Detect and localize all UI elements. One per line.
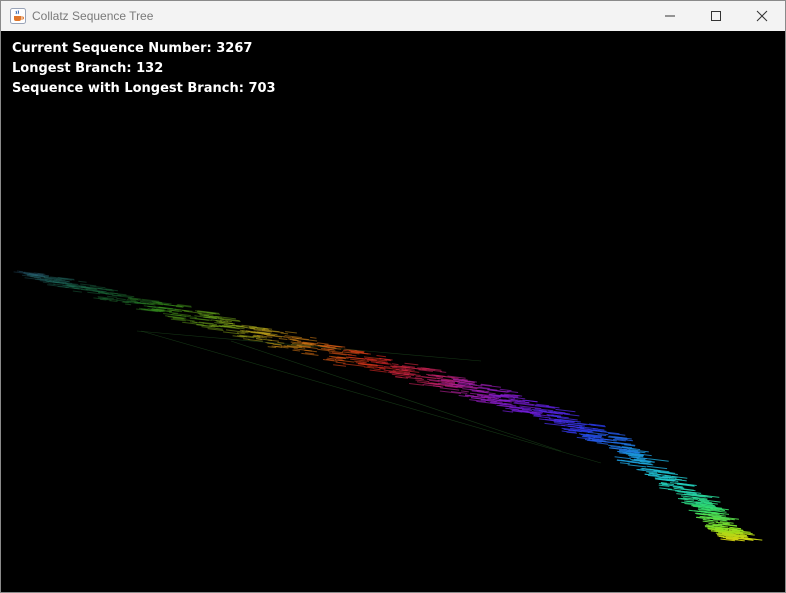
tree-branch-segment <box>327 357 337 360</box>
tree-branch-segment <box>619 462 630 465</box>
tree-branch-segment <box>608 444 620 448</box>
tree-branch-segment <box>508 398 516 401</box>
tree-branch-segment <box>333 364 347 367</box>
sequence-with-longest-branch: Sequence with Longest Branch: 703 <box>12 79 276 99</box>
java-cup-icon <box>10 8 26 24</box>
tree-branch-segment <box>30 274 37 277</box>
tree-branch-segment <box>78 280 87 283</box>
tree-branch-segment <box>646 465 668 470</box>
tree-branch-segment <box>317 342 329 345</box>
tree-branch-segment <box>563 413 580 417</box>
tree-branch-segment <box>649 458 669 462</box>
current-sequence-number: Current Sequence Number: 3267 <box>12 39 276 59</box>
title-bar[interactable]: Collatz Sequence Tree <box>1 1 785 31</box>
close-button[interactable] <box>739 1 785 31</box>
tree-branch-segment <box>702 520 715 523</box>
tree-branch-segment <box>627 464 647 468</box>
maximize-button[interactable] <box>693 1 739 31</box>
tree-branch-segment <box>222 331 240 335</box>
tree-connector-line <box>136 330 482 362</box>
tree-branch-segment <box>704 513 711 516</box>
close-icon <box>756 10 768 22</box>
tree-branch-segment <box>280 332 289 335</box>
tree-branch-segment <box>462 379 469 381</box>
tree-branch-segment <box>327 350 344 354</box>
tree-branch-segment <box>310 336 317 339</box>
window-controls <box>647 1 785 31</box>
tree-branch-segment <box>440 371 447 373</box>
tree-branch-segment <box>614 456 631 460</box>
current-sequence-label: Current Sequence Number: <box>12 41 212 56</box>
tree-branch-segment <box>373 368 381 371</box>
tree-branch-segment <box>404 362 419 366</box>
longest-sequence-label: Sequence with Longest Branch: <box>12 81 244 96</box>
tree-branch-segment <box>376 355 387 358</box>
app-window: Collatz Sequence Tree Current Sequence N… <box>0 0 786 593</box>
tree-branch-segment <box>275 331 284 334</box>
tree-branch-segment <box>292 339 302 342</box>
tree-branch-segment <box>335 361 346 364</box>
current-sequence-value: 3267 <box>216 41 253 56</box>
longest-branch: Longest Branch: 132 <box>12 59 276 79</box>
longest-branch-value: 132 <box>136 61 164 76</box>
tree-branch-segment <box>107 295 118 298</box>
tree-connector-line <box>140 330 602 464</box>
tree-branches <box>13 270 763 542</box>
tree-branch-segment <box>334 359 355 363</box>
stats-overlay: Current Sequence Number: 3267 Longest Br… <box>12 39 276 99</box>
tree-branch-segment <box>125 303 132 306</box>
tree-branch-segment <box>439 387 460 391</box>
tree-branch-segment <box>109 300 118 302</box>
tree-branch-segment <box>568 425 580 429</box>
tree-branch-segment <box>143 305 156 308</box>
tree-branch-segment <box>499 388 512 392</box>
tree-branch-segment <box>596 442 609 445</box>
tree-branch-segment <box>391 363 399 366</box>
tree-branch-segment <box>554 422 569 425</box>
tree-branch-segment <box>383 366 391 368</box>
longest-sequence-value: 703 <box>248 81 276 96</box>
drawing-canvas[interactable]: Current Sequence Number: 3267 Longest Br… <box>1 31 785 592</box>
tree-branch-segment <box>702 518 713 522</box>
tree-branch-segment <box>42 281 49 284</box>
tree-branch-segment <box>243 338 250 340</box>
tree-branch-segment <box>72 290 82 293</box>
collatz-tree-visualization <box>13 270 763 542</box>
tree-branch-segment <box>116 297 126 301</box>
tree-branch-segment <box>285 331 297 334</box>
tree-branch-segment <box>460 390 469 393</box>
tree-branch-segment <box>53 283 65 286</box>
tree-branch-segment <box>409 383 424 386</box>
tree-branch-segment <box>629 447 637 450</box>
tree-branch-segment <box>278 338 288 340</box>
tree-branch-segment <box>555 408 576 413</box>
tree-branch-segment <box>168 311 179 314</box>
tree-branch-segment <box>502 410 514 413</box>
maximize-icon <box>710 10 722 22</box>
tree-branch-segment <box>667 488 682 492</box>
minimize-icon <box>664 10 676 22</box>
minimize-button[interactable] <box>647 1 693 31</box>
tree-branch-segment <box>593 436 604 439</box>
window-title: Collatz Sequence Tree <box>32 9 154 23</box>
longest-branch-label: Longest Branch: <box>12 61 132 76</box>
tree-branch-segment <box>292 349 301 352</box>
tree-branch-segment <box>724 529 731 532</box>
